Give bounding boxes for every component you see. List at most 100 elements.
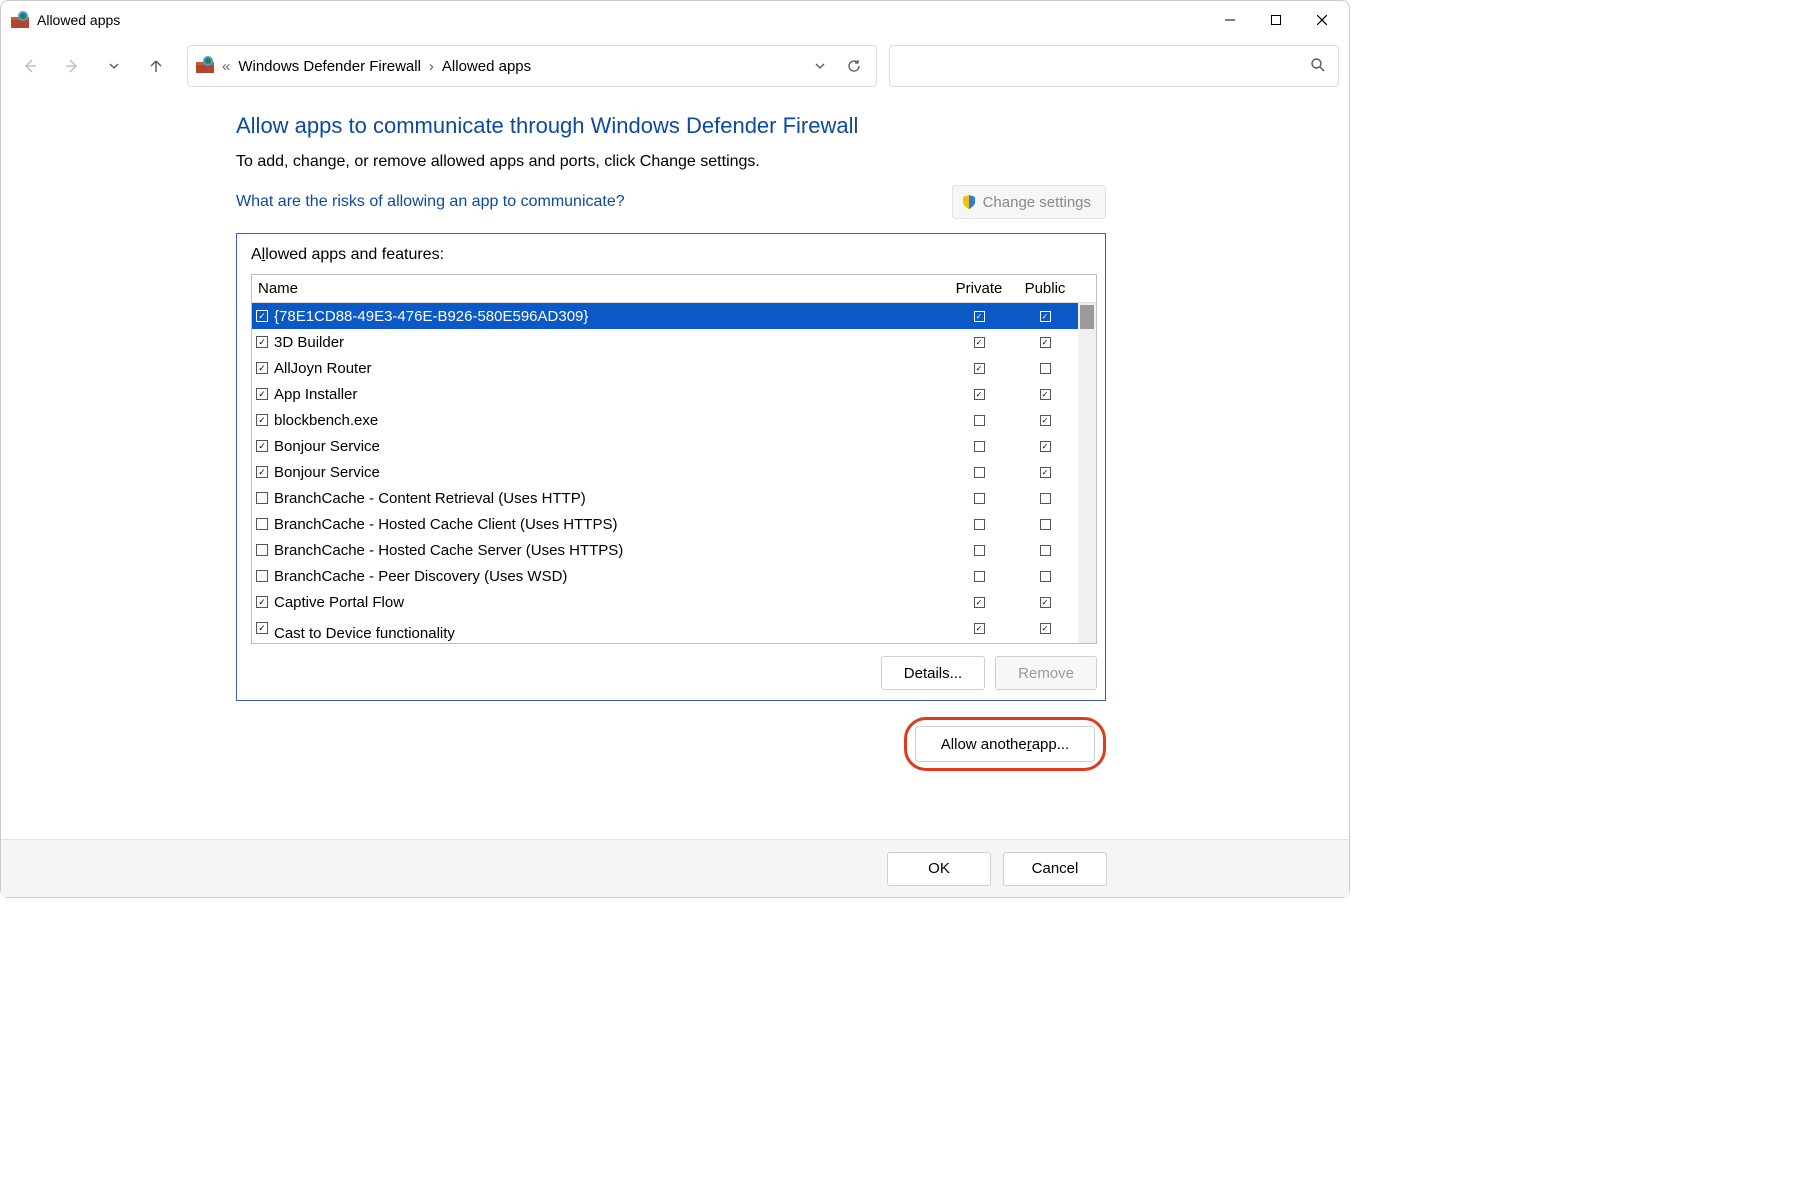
table-row[interactable]: App Installer: [252, 381, 1096, 407]
nav-forward-button[interactable]: [53, 47, 91, 85]
row-name-label: 3D Builder: [272, 334, 946, 351]
row-name-label: Cast to Device functionality: [272, 625, 946, 642]
table-row[interactable]: Cast to Device functionality: [252, 615, 1096, 641]
row-enabled-checkbox[interactable]: [256, 310, 268, 322]
row-public-checkbox[interactable]: [1040, 571, 1051, 582]
maximize-button[interactable]: [1253, 4, 1299, 36]
row-name-label: AllJoyn Router: [272, 360, 946, 377]
row-enabled-checkbox[interactable]: [256, 518, 268, 530]
allow-another-app-button[interactable]: Allow another app...: [915, 726, 1095, 762]
table-row[interactable]: BranchCache - Content Retrieval (Uses HT…: [252, 485, 1096, 511]
risks-link[interactable]: What are the risks of allowing an app to…: [236, 193, 625, 211]
row-enabled-checkbox[interactable]: [256, 414, 268, 426]
dialog-footer: OK Cancel: [1, 839, 1349, 897]
row-name-label: {78E1CD88-49E3-476E-B926-580E596AD309}: [272, 308, 946, 325]
row-public-checkbox[interactable]: [1040, 519, 1051, 530]
row-name-label: App Installer: [272, 386, 946, 403]
row-enabled-checkbox[interactable]: [256, 544, 268, 556]
row-private-checkbox[interactable]: [974, 363, 985, 374]
nav-up-button[interactable]: [137, 47, 175, 85]
table-row[interactable]: Bonjour Service: [252, 433, 1096, 459]
row-private-checkbox[interactable]: [974, 337, 985, 348]
table-row[interactable]: 3D Builder: [252, 329, 1096, 355]
table-row[interactable]: Bonjour Service: [252, 459, 1096, 485]
row-name-label: BranchCache - Hosted Cache Client (Uses …: [272, 516, 946, 533]
col-header-public[interactable]: Public: [1012, 280, 1078, 297]
row-private-checkbox[interactable]: [974, 467, 985, 478]
row-enabled-checkbox[interactable]: [256, 622, 268, 634]
row-enabled-checkbox[interactable]: [256, 466, 268, 478]
navbar: « Windows Defender Firewall › Allowed ap…: [1, 39, 1349, 103]
nav-back-button[interactable]: [11, 47, 49, 85]
panel-label: Allowed apps and features:: [251, 246, 1097, 264]
close-button[interactable]: [1299, 4, 1345, 36]
table-row[interactable]: Captive Portal Flow: [252, 589, 1096, 615]
row-name-label: blockbench.exe: [272, 412, 946, 429]
row-public-checkbox[interactable]: [1040, 389, 1051, 400]
row-public-checkbox[interactable]: [1040, 623, 1051, 634]
table-row[interactable]: blockbench.exe: [252, 407, 1096, 433]
breadcrumb-dropdown-button[interactable]: [806, 52, 834, 80]
ok-button[interactable]: OK: [887, 852, 991, 886]
table-row[interactable]: AllJoyn Router: [252, 355, 1096, 381]
row-private-checkbox[interactable]: [974, 311, 985, 322]
change-settings-button[interactable]: Change settings: [952, 185, 1106, 219]
breadcrumb-item-1[interactable]: Allowed apps: [442, 58, 531, 75]
row-private-checkbox[interactable]: [974, 493, 985, 504]
apps-listbox[interactable]: Name Private Public {78E1CD88-49E3-476E-…: [251, 274, 1097, 644]
row-private-checkbox[interactable]: [974, 415, 985, 426]
row-public-checkbox[interactable]: [1040, 337, 1051, 348]
scrollbar-track[interactable]: [1078, 303, 1096, 643]
row-private-checkbox[interactable]: [974, 571, 985, 582]
col-header-name[interactable]: Name: [252, 280, 946, 297]
row-public-checkbox[interactable]: [1040, 441, 1051, 452]
row-private-checkbox[interactable]: [974, 441, 985, 452]
row-public-checkbox[interactable]: [1040, 545, 1051, 556]
row-enabled-checkbox[interactable]: [256, 440, 268, 452]
row-enabled-checkbox[interactable]: [256, 362, 268, 374]
breadcrumb-item-0[interactable]: Windows Defender Firewall: [238, 58, 421, 75]
table-row[interactable]: BranchCache - Hosted Cache Client (Uses …: [252, 511, 1096, 537]
row-name-label: BranchCache - Peer Discovery (Uses WSD): [272, 568, 946, 585]
allow-another-app-highlight: Allow another app...: [904, 717, 1106, 771]
search-input[interactable]: [889, 45, 1339, 87]
row-private-checkbox[interactable]: [974, 545, 985, 556]
table-row[interactable]: BranchCache - Peer Discovery (Uses WSD): [252, 563, 1096, 589]
row-public-checkbox[interactable]: [1040, 415, 1051, 426]
row-enabled-checkbox[interactable]: [256, 492, 268, 504]
nav-recent-dropdown[interactable]: [95, 47, 133, 85]
col-header-private[interactable]: Private: [946, 280, 1012, 297]
titlebar: Allowed apps: [1, 1, 1349, 39]
row-private-checkbox[interactable]: [974, 389, 985, 400]
row-enabled-checkbox[interactable]: [256, 596, 268, 608]
refresh-button[interactable]: [840, 52, 868, 80]
breadcrumb-bar[interactable]: « Windows Defender Firewall › Allowed ap…: [187, 45, 877, 87]
row-name-label: BranchCache - Hosted Cache Server (Uses …: [272, 542, 946, 559]
row-public-checkbox[interactable]: [1040, 467, 1051, 478]
row-name-label: Bonjour Service: [272, 464, 946, 481]
row-private-checkbox[interactable]: [974, 597, 985, 608]
row-public-checkbox[interactable]: [1040, 597, 1051, 608]
row-enabled-checkbox[interactable]: [256, 570, 268, 582]
row-public-checkbox[interactable]: [1040, 311, 1051, 322]
page-subtext: To add, change, or remove allowed apps a…: [236, 153, 1349, 171]
table-row[interactable]: {78E1CD88-49E3-476E-B926-580E596AD309}: [252, 303, 1096, 329]
row-private-checkbox[interactable]: [974, 623, 985, 634]
content-area: Allow apps to communicate through Window…: [1, 103, 1349, 839]
change-settings-label: Change settings: [983, 194, 1091, 211]
row-enabled-checkbox[interactable]: [256, 336, 268, 348]
table-row[interactable]: BranchCache - Hosted Cache Server (Uses …: [252, 537, 1096, 563]
details-button[interactable]: Details...: [881, 656, 985, 690]
row-name-label: BranchCache - Content Retrieval (Uses HT…: [272, 490, 946, 507]
allowed-apps-panel: Allowed apps and features: Name Private …: [236, 233, 1106, 701]
row-name-label: Captive Portal Flow: [272, 594, 946, 611]
firewall-icon: [196, 56, 214, 77]
remove-button[interactable]: Remove: [995, 656, 1097, 690]
row-enabled-checkbox[interactable]: [256, 388, 268, 400]
row-private-checkbox[interactable]: [974, 519, 985, 530]
scrollbar-thumb[interactable]: [1080, 305, 1094, 329]
row-public-checkbox[interactable]: [1040, 363, 1051, 374]
minimize-button[interactable]: [1207, 4, 1253, 36]
cancel-button[interactable]: Cancel: [1003, 852, 1107, 886]
row-public-checkbox[interactable]: [1040, 493, 1051, 504]
